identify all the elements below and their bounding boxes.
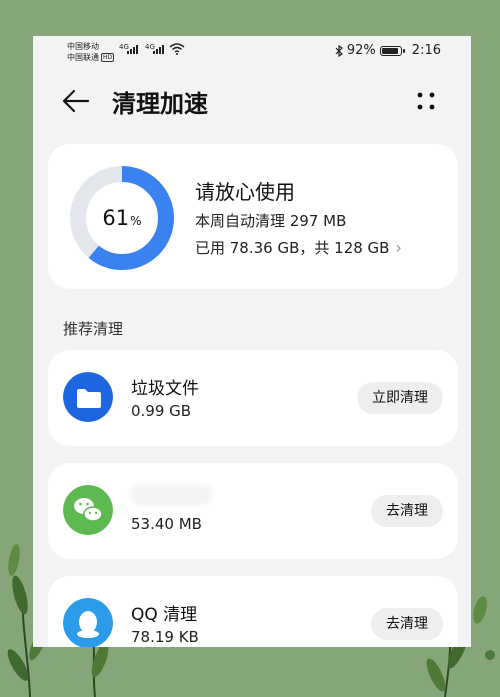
clean-item-qq[interactable]: QQ 清理 78.19 KB 去清理 xyxy=(48,576,458,647)
battery-level xyxy=(381,47,398,54)
item-name: QQ 清理 xyxy=(131,605,198,625)
item-size: 53.40 MB xyxy=(131,515,202,533)
storage-summary-card[interactable]: 61% 请放心使用 本周自动清理 297 MB 已用 78.36 GB，共 12… xyxy=(48,144,458,289)
go-clean-button[interactable]: 去清理 xyxy=(371,608,443,640)
clean-now-button[interactable]: 立即清理 xyxy=(357,382,443,414)
clean-item-junk-files[interactable]: 垃圾文件 0.99 GB 立即清理 xyxy=(48,350,458,446)
item-size: 78.19 KB xyxy=(131,628,199,646)
summary-title: 请放心使用 xyxy=(195,180,295,204)
battery-percent: 92% xyxy=(346,43,376,58)
bluetooth-icon xyxy=(335,44,343,57)
go-clean-button[interactable]: 去清理 xyxy=(371,495,443,527)
item-size: 0.99 GB xyxy=(131,402,192,420)
status-bar: 中国移动 中国联通 HD 4G 4G 92% 2:16 xyxy=(33,36,471,70)
clock: 2:16 xyxy=(411,43,441,58)
usage-percent: 61% xyxy=(68,164,176,272)
item-name: 垃圾文件 xyxy=(131,379,199,399)
carrier-info: 中国移动 中国联通 HD xyxy=(67,41,115,63)
more-dots-icon[interactable] xyxy=(415,88,439,114)
section-title: 推荐清理 xyxy=(63,320,124,338)
storage-usage-text: 已用 78.36 GB，共 128 GB xyxy=(195,239,390,257)
wechat-icon xyxy=(63,485,113,535)
carrier-2: 中国联通 xyxy=(67,53,99,62)
chevron-right-icon: › xyxy=(395,238,402,257)
clean-item-wechat[interactable]: 53.40 MB 去清理 xyxy=(48,463,458,559)
wifi-icon xyxy=(169,43,185,55)
battery-icon xyxy=(379,45,405,56)
page-title: 清理加速 xyxy=(112,90,208,118)
signal-bars-icon xyxy=(153,45,164,54)
item-name-hidden xyxy=(131,485,211,505)
hd-badge: HD xyxy=(101,53,115,62)
weekly-clean-text: 本周自动清理 297 MB xyxy=(195,212,347,230)
usage-percent-number: 61 xyxy=(102,206,130,230)
phone-screen: 中国移动 中国联通 HD 4G 4G 92% 2:16 清理加速 61 % 请放… xyxy=(33,36,471,647)
carrier-1: 中国移动 xyxy=(67,42,99,51)
arrow-left-icon[interactable] xyxy=(61,88,91,114)
signal-bars-icon xyxy=(127,45,138,54)
status-right: 92% 2:16 xyxy=(335,43,441,58)
usage-percent-sign: % xyxy=(130,214,142,228)
folder-icon xyxy=(63,372,113,422)
qq-icon xyxy=(63,598,113,647)
storage-usage-link[interactable]: 已用 78.36 GB，共 128 GB › xyxy=(195,237,402,258)
